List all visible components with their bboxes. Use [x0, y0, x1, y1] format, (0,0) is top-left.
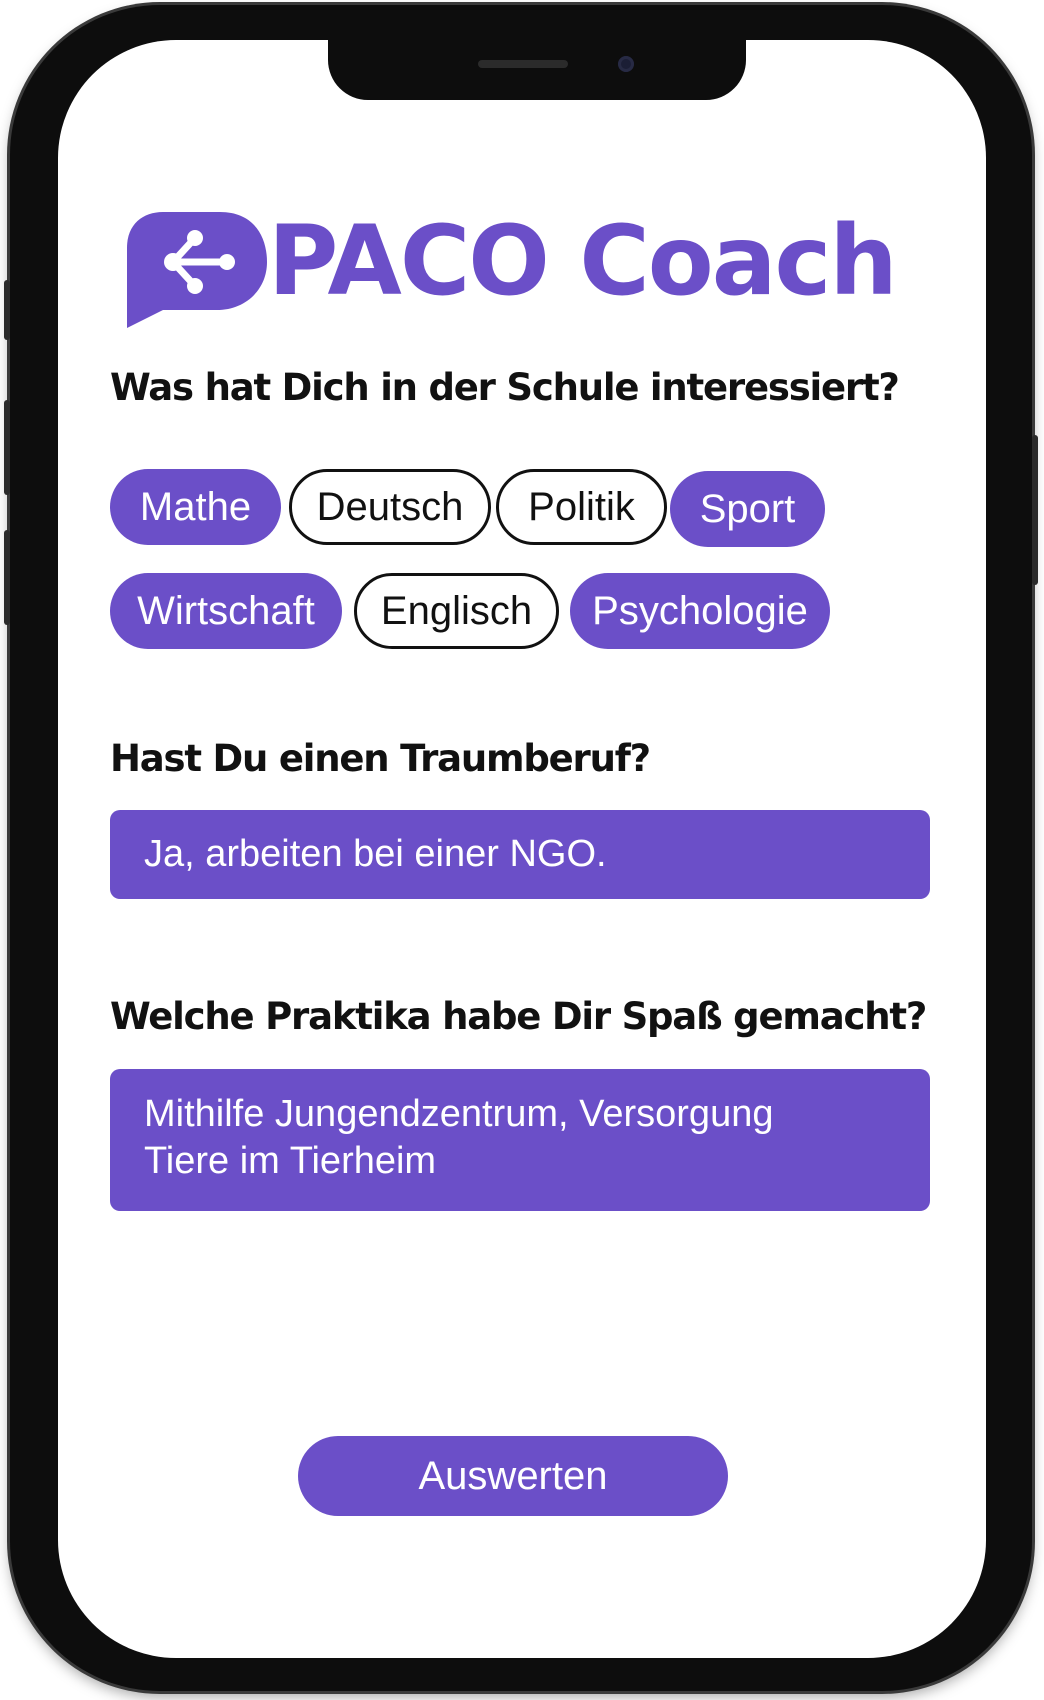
question-internships: Welche Praktika habe Dir Spaß gemacht?	[110, 995, 927, 1038]
auswerten-button[interactable]: Auswerten	[298, 1436, 728, 1516]
phone-frame: PACO Coach Was hat Dich in der Schule in…	[4, 5, 1038, 1691]
volume-up-button	[4, 400, 10, 495]
chip-englisch[interactable]: Englisch	[354, 573, 559, 649]
notch	[328, 40, 746, 100]
app-screen: PACO Coach Was hat Dich in der Schule in…	[58, 40, 986, 1658]
answer-internships-line-2: Tiere im Tierheim	[144, 1140, 437, 1182]
chip-mathe[interactable]: Mathe	[110, 469, 281, 545]
share-nodes-chat-bubble-icon	[127, 212, 267, 328]
answer-dream-job[interactable]: Ja, arbeiten bei einer NGO.	[110, 810, 930, 899]
front-camera	[618, 56, 634, 72]
speaker-grille	[478, 60, 568, 68]
answer-internships[interactable]: Mithilfe Jungendzentrum, Versorgung Tier…	[110, 1069, 930, 1211]
question-dream-job: Hast Du einen Traumberuf?	[110, 737, 651, 780]
chip-wirtschaft[interactable]: Wirtschaft	[110, 573, 342, 649]
answer-internships-line-1: Mithilfe Jungendzentrum, Versorgung	[144, 1093, 774, 1135]
chip-deutsch[interactable]: Deutsch	[289, 469, 491, 545]
power-button	[1032, 435, 1038, 585]
volume-down-button	[4, 530, 10, 625]
mute-switch	[4, 280, 10, 340]
chip-psychologie[interactable]: Psychologie	[570, 573, 830, 649]
chip-politik[interactable]: Politik	[496, 469, 667, 545]
question-school-interests: Was hat Dich in der Schule interessiert?	[110, 366, 900, 409]
brand-title: PACO Coach	[268, 205, 898, 317]
chip-sport[interactable]: Sport	[670, 471, 825, 547]
